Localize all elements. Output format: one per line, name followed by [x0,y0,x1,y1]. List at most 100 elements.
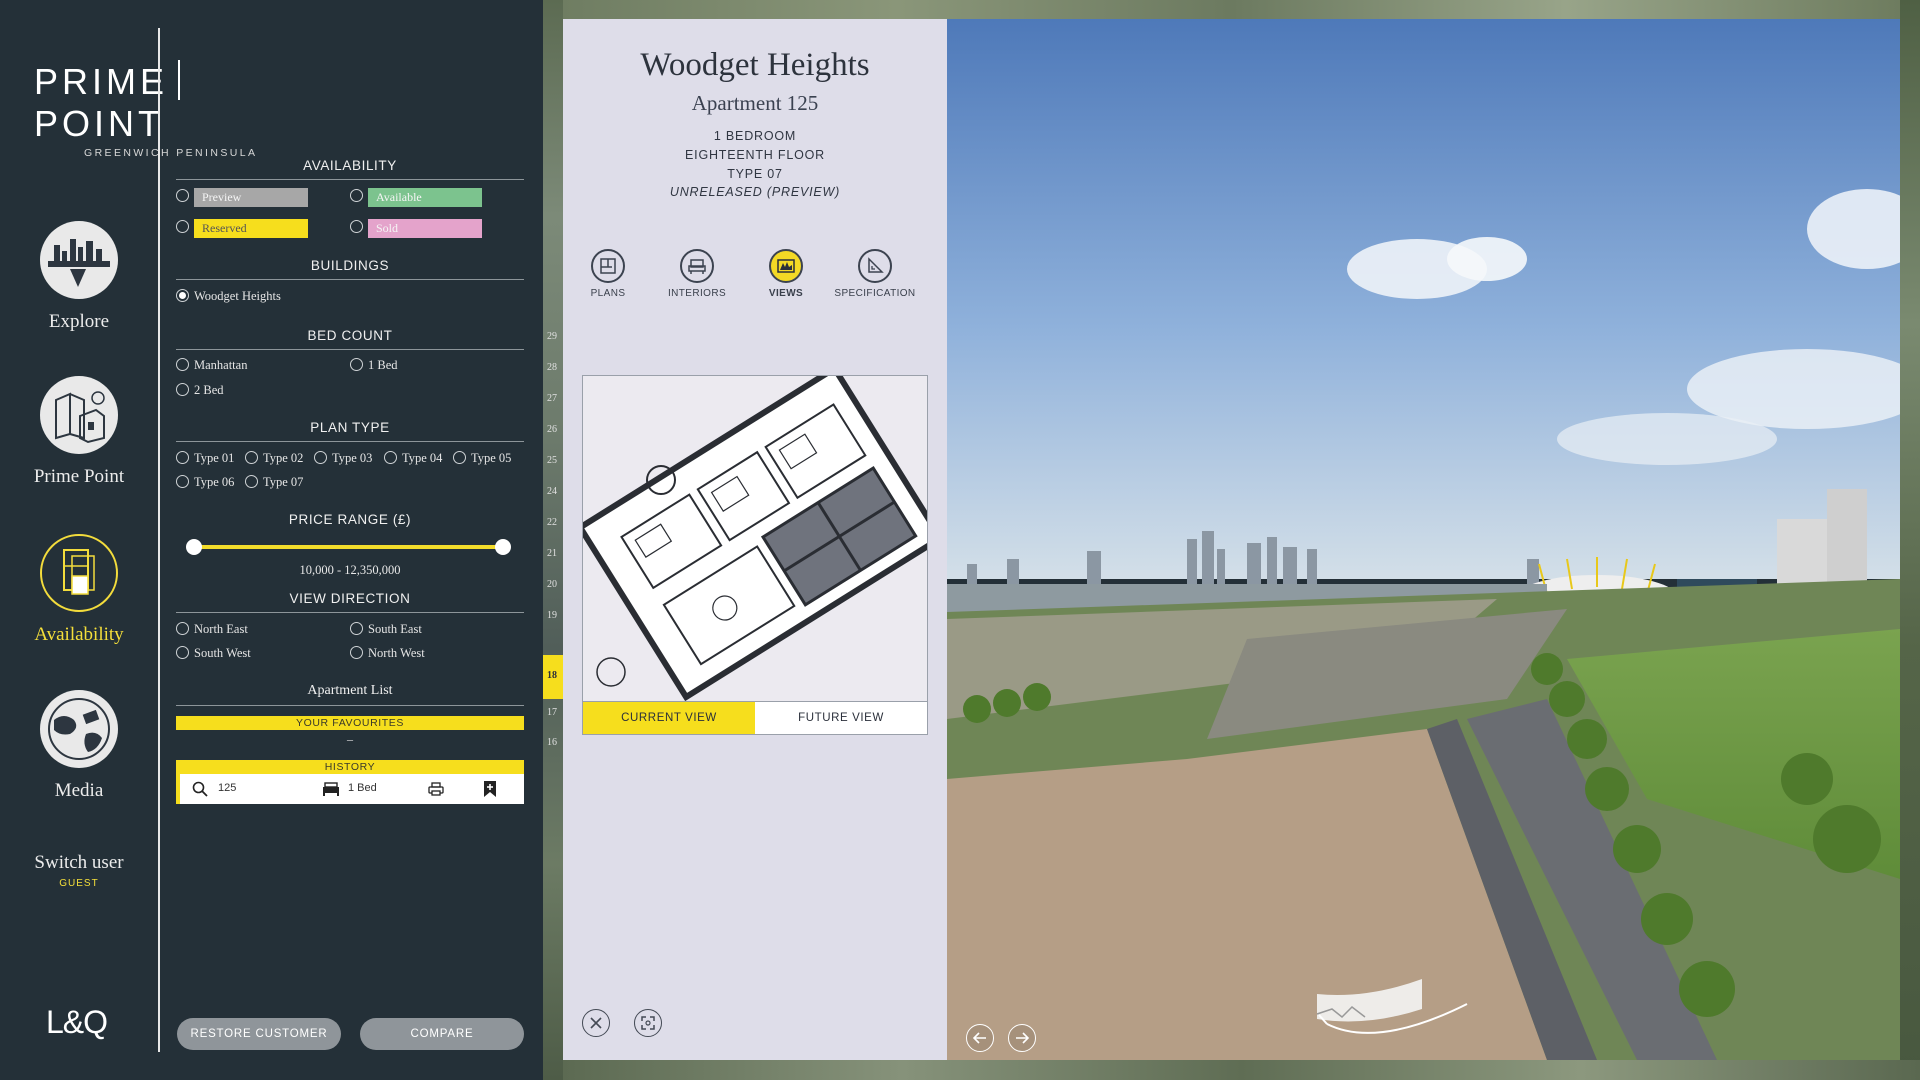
current-view-button[interactable]: CURRENT VIEW [583,702,755,734]
spec-status: UNRELEASED (PREVIEW) [669,185,841,199]
view-direction-label: South West [194,646,251,660]
fullscreen-icon [641,1016,655,1030]
view-south-east[interactable]: South East [350,622,422,637]
pano-next-button[interactable] [1008,1024,1036,1052]
view-panorama[interactable] [947,19,1900,1060]
radio-icon [453,451,466,464]
current-floor-number[interactable]: 18 [547,670,557,681]
radio-icon [176,475,189,488]
tab-interiors[interactable]: INTERIORS [652,249,742,299]
availability-available-label: Available [368,188,482,207]
building-woodget-heights[interactable]: Woodget Heights [176,289,281,304]
bed-option-label: 1 Bed [368,358,398,372]
specification-icon [868,257,884,273]
radio-icon [350,646,363,659]
future-view-button[interactable]: FUTURE VIEW [755,702,927,734]
availability-reserved[interactable]: Reserved [176,219,308,238]
view-north-east[interactable]: North East [176,622,248,637]
favourites-empty: – [347,732,353,746]
floorplan-icon [40,534,118,612]
nav-item-availability[interactable]: Availability [0,534,158,646]
nav-label-media: Media [54,780,104,801]
floor-number[interactable]: 29 [547,331,557,342]
view-south-west[interactable]: South West [176,646,251,661]
price-slider-min-handle[interactable] [186,539,202,555]
backdrop-top-edge [563,0,1900,19]
history-header[interactable]: HISTORY [176,760,524,774]
history-row[interactable]: 125 1 Bed [176,774,524,804]
floor-number[interactable]: 26 [547,424,557,435]
price-slider-max-handle[interactable] [495,539,511,555]
availability-preview-label: Preview [194,188,308,207]
switch-user-button[interactable]: Switch user GUEST [0,852,158,889]
floor-number[interactable]: 17 [547,707,557,718]
buildings-icon [40,376,118,454]
nav-item-media[interactable]: Media [0,690,158,802]
availability-preview[interactable]: Preview [176,188,308,207]
restore-customer-button[interactable]: RESTORE CUSTOMER [177,1018,341,1050]
floor-number[interactable]: 20 [547,579,557,590]
plan-type-04[interactable]: Type 04 [384,451,442,466]
filter-panel: AVAILABILITY Preview Available Reserved … [176,150,524,804]
availability-reserved-label: Reserved [194,219,308,238]
views-icon [777,259,795,273]
bed-option-1-bed[interactable]: 1 Bed [350,358,398,373]
floor-number[interactable]: 28 [547,362,557,373]
bed-option-2-bed[interactable]: 2 Bed [176,383,224,398]
floor-number[interactable]: 16 [547,737,557,748]
close-icon [590,1017,602,1029]
bed-icon [323,782,339,796]
bookmark-add-icon[interactable] [482,780,498,798]
floor-number[interactable]: 22 [547,517,557,528]
plan-type-01[interactable]: Type 01 [176,451,234,466]
price-slider[interactable]: 10,000 - 12,350,000 [176,539,524,589]
skyline-icon [40,221,118,299]
radio-icon [350,358,363,371]
plan-type-07[interactable]: Type 07 [245,475,303,490]
plan-type-03[interactable]: Type 03 [314,451,372,466]
nav-item-prime-point[interactable]: Prime Point [0,376,158,488]
radio-icon [245,475,258,488]
switch-user-label: Switch user [34,852,124,873]
floor-plan[interactable] [582,375,928,735]
radio-icon [176,358,189,371]
arrow-right-icon [1016,1032,1029,1044]
building-option-label: Woodget Heights [194,289,281,303]
plan-type-02[interactable]: Type 02 [245,451,303,466]
interiors-icon [688,259,706,274]
history-apartment-number: 125 [218,782,237,794]
radio-icon [384,451,397,464]
favourites-header[interactable]: YOUR FAVOURITES [176,716,524,730]
view-north-west[interactable]: North West [350,646,425,661]
plan-type-06[interactable]: Type 06 [176,475,234,490]
close-button[interactable] [582,1009,610,1037]
fullscreen-button[interactable] [634,1009,662,1037]
radio-checked-icon [176,289,189,302]
floor-number[interactable]: 27 [547,393,557,404]
plan-type-05[interactable]: Type 05 [453,451,511,466]
view-toggle: CURRENT VIEW FUTURE VIEW [582,701,928,735]
availability-available[interactable]: Available [350,188,482,207]
lq-logo: L&Q [46,1004,108,1040]
floor-number[interactable]: 25 [547,455,557,466]
tab-views[interactable]: VIEWS [741,249,831,299]
print-icon[interactable] [428,782,444,796]
availability-sold[interactable]: Sold [350,219,482,238]
tab-specification[interactable]: SPECIFICATION [830,249,920,299]
search-icon [192,781,208,797]
price-range-title: PRICE RANGE (£) [288,512,412,527]
globe-icon [40,690,118,768]
apartment-detail-card: Woodget Heights Apartment 125 1 BEDROOM … [563,19,947,1060]
pano-prev-button[interactable] [966,1024,994,1052]
floor-number[interactable]: 21 [547,548,557,559]
bed-option-label: Manhattan [194,358,248,372]
radio-icon [350,622,363,635]
spec-floor: EIGHTEENTH FLOOR [685,148,825,162]
floor-number[interactable]: 19 [547,610,557,621]
bed-option-manhattan[interactable]: Manhattan [176,358,247,373]
nav-label-availability: Availability [34,624,124,645]
compare-button[interactable]: COMPARE [360,1018,524,1050]
floor-number[interactable]: 24 [547,486,557,497]
nav-item-explore[interactable]: Explore [0,221,158,333]
tab-plans[interactable]: PLANS [563,249,653,299]
